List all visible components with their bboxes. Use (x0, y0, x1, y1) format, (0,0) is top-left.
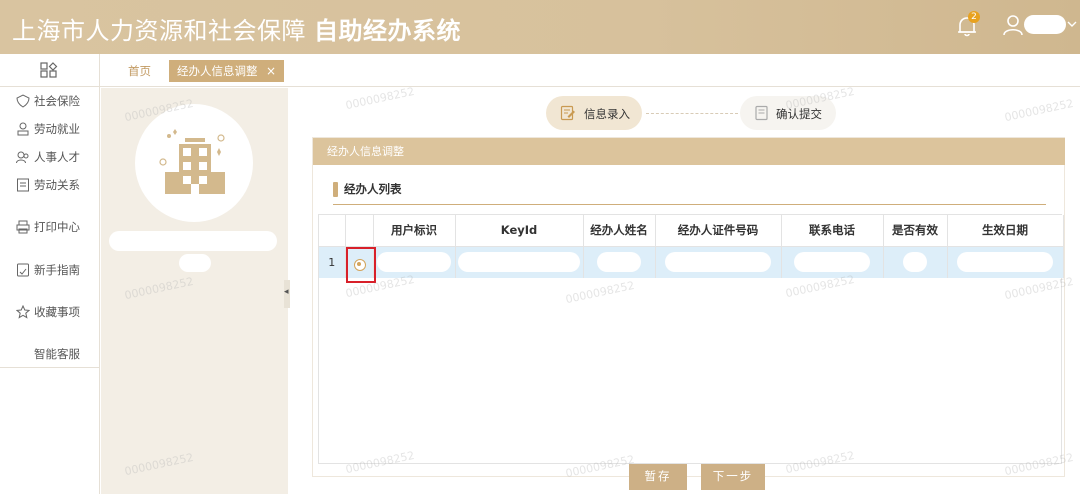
panel-header: 经办人信息调整 (313, 138, 1065, 165)
redacted-value (957, 252, 1053, 273)
grid-menu-icon[interactable] (40, 62, 58, 80)
column-header-phone[interactable]: 联系电话 (781, 215, 884, 247)
column-header-valid[interactable]: 是否有效 (883, 215, 948, 247)
info-panel: 经办人信息调整 经办人列表 用户标识 KeyId 经办人姓名 经办人证件号码 联… (312, 137, 1065, 477)
profile-sub-redacted (179, 254, 211, 272)
app-header: 上海市人力资源和社会保障 自助经办系统 2 (0, 0, 1080, 54)
sidebar-divider (0, 367, 100, 368)
app-title: 上海市人力资源和社会保障 自助经办系统 (12, 11, 461, 46)
building-icon (159, 129, 225, 194)
guide-icon (17, 263, 29, 277)
operator-table: 用户标识 KeyId 经办人姓名 经办人证件号码 联系电话 是否有效 生效日期 … (318, 214, 1064, 464)
sidebar-item-smart-service[interactable]: 智能客服 (34, 345, 80, 363)
sidebar-item-label: 智能客服 (34, 347, 80, 361)
tab-operator-info-adjust[interactable]: 经办人信息调整 × (169, 60, 284, 82)
sidebar-item-label: 收藏事项 (34, 305, 80, 319)
next-step-button[interactable]: 下一步 (701, 464, 765, 490)
cell-valid (883, 246, 948, 278)
cell-phone (781, 246, 884, 278)
star-icon (16, 305, 30, 319)
cell-user-id (373, 246, 456, 278)
row-select-cell[interactable] (345, 246, 376, 283)
user-icon[interactable] (1002, 13, 1024, 37)
sidebar-item-favorites[interactable]: 收藏事项 (16, 303, 80, 321)
list-title-text: 经办人列表 (344, 182, 402, 196)
column-header (319, 215, 346, 247)
column-header-user-id[interactable]: 用户标识 (373, 215, 456, 247)
radio-button[interactable] (353, 258, 366, 271)
column-header-operator-name[interactable]: 经办人姓名 (583, 215, 656, 247)
person-badge-icon (17, 122, 29, 136)
chevron-left-icon: ◂ (284, 287, 289, 297)
sidebar-item-label: 打印中心 (34, 220, 80, 234)
tab-label: 经办人信息调整 (177, 64, 258, 78)
row-index: 1 (319, 246, 346, 278)
sidebar-item-label: 新手指南 (34, 263, 80, 277)
sidebar-item-label: 人事人才 (34, 150, 80, 164)
cell-id-number (655, 246, 782, 278)
people-icon (16, 151, 29, 164)
avatar (135, 104, 253, 222)
sidebar-item-social-insurance[interactable]: 社会保险 (16, 92, 80, 110)
chevron-down-icon[interactable] (1066, 18, 1078, 30)
column-header-effective-date[interactable]: 生效日期 (947, 215, 1064, 247)
step-indicator: 信息录入 确认提交 (546, 96, 836, 130)
redacted-value (665, 252, 771, 273)
save-draft-button[interactable]: 暂存 (629, 464, 687, 490)
tab-bar: 首页 经办人信息调整 × (100, 54, 1080, 87)
step-label: 信息录入 (584, 107, 630, 121)
list-title: 经办人列表 (333, 181, 402, 197)
user-name-redacted[interactable] (1024, 15, 1066, 34)
sidebar-divider (0, 86, 100, 87)
cell-effective-date (947, 246, 1064, 278)
column-header-id-number[interactable]: 经办人证件号码 (655, 215, 782, 247)
sidebar-item-guide[interactable]: 新手指南 (16, 261, 80, 279)
profile-name-redacted (109, 231, 277, 251)
cell-keyid (455, 246, 584, 278)
document-icon (755, 105, 768, 121)
redacted-value (458, 252, 580, 273)
app-title-regular: 上海市人力资源和社会保障 (12, 17, 306, 45)
column-header-keyid[interactable]: KeyId (455, 215, 584, 247)
notification-badge: 2 (968, 11, 980, 23)
cell-operator-name (583, 246, 656, 278)
redacted-value (597, 252, 641, 273)
app-title-bold: 自助经办系统 (314, 17, 461, 45)
profile-panel (101, 88, 288, 494)
document-list-icon (17, 178, 29, 192)
table-header-row: 用户标识 KeyId 经办人姓名 经办人证件号码 联系电话 是否有效 生效日期 (319, 215, 1064, 247)
step-label: 确认提交 (776, 107, 822, 121)
table-row[interactable]: 1 (319, 246, 1064, 283)
sidebar-item-label: 劳动关系 (34, 178, 80, 192)
tab-home[interactable]: 首页 (128, 63, 151, 79)
sidebar-item-label: 社会保险 (34, 94, 80, 108)
shield-heart-icon (16, 94, 30, 108)
step-confirm-submit: 确认提交 (740, 96, 836, 130)
column-header (345, 215, 374, 247)
step-info-entry: 信息录入 (546, 96, 642, 130)
edit-document-icon (560, 105, 575, 121)
main-content: 信息录入 确认提交 经办人信息调整 经办人列表 用户标识 KeyId 经办人姓名… (290, 88, 1080, 494)
sidebar-item-labor-relations[interactable]: 劳动关系 (16, 176, 80, 194)
redacted-value (377, 252, 451, 273)
redacted-value (794, 252, 870, 273)
step-connector (646, 113, 738, 114)
title-accent-bar (333, 181, 338, 197)
sidebar-item-personnel[interactable]: 人事人才 (16, 148, 80, 166)
redacted-value (903, 252, 927, 273)
sidebar: 社会保险 劳动就业 人事人才 劳动关系 打印中心 新手指南 收藏事项 智能客服 (0, 54, 100, 494)
close-icon[interactable]: × (266, 60, 276, 82)
printer-icon (16, 220, 30, 234)
list-title-underline (333, 204, 1046, 205)
sidebar-item-employment[interactable]: 劳动就业 (16, 120, 80, 138)
sidebar-item-print-center[interactable]: 打印中心 (16, 218, 80, 236)
sidebar-item-label: 劳动就业 (34, 122, 80, 136)
